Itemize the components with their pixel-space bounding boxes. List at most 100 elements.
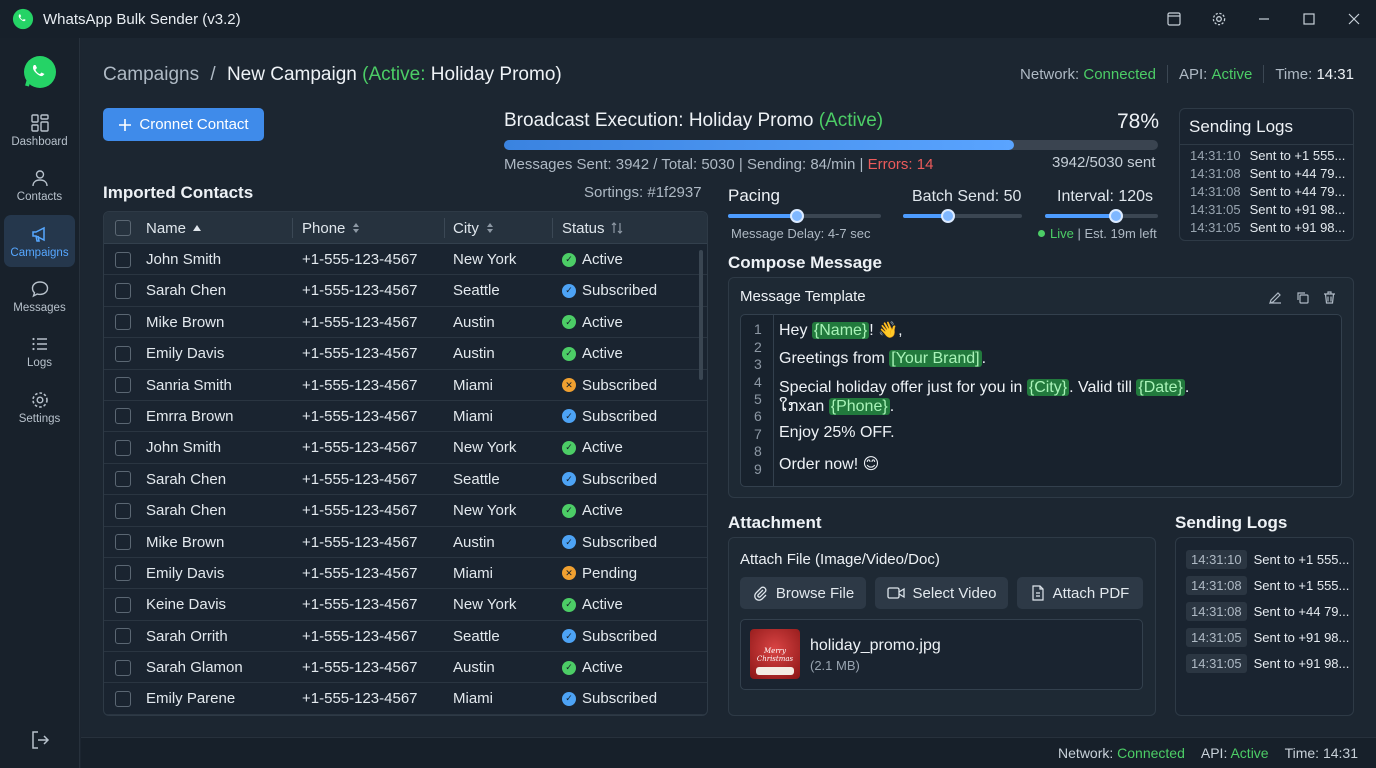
column-header-city[interactable]: City: [453, 212, 495, 244]
table-row[interactable]: Sarah Chen +1-555-123-4567 New York ✓ Active: [104, 495, 707, 527]
close-button[interactable]: [1331, 0, 1376, 38]
row-checkbox[interactable]: [115, 345, 131, 362]
cell-phone: +1-555-123-4567: [302, 627, 418, 645]
placeholder-token: {Phone}: [828, 398, 890, 415]
table-row[interactable]: Mike Brown +1-555-123-4567 Austin ✓ Subscrib…: [104, 527, 707, 558]
slider-knob[interactable]: [941, 209, 956, 223]
footer-api: API: Active: [1200, 745, 1269, 761]
cell-name: Sarah Chen: [146, 282, 227, 300]
select-all-checkbox[interactable]: [115, 220, 131, 236]
cell-city: Miami: [453, 690, 493, 708]
progress-fill: [504, 140, 1015, 150]
table-scrollbar[interactable]: [699, 250, 703, 380]
table-row[interactable]: Sarah Chen +1-555-123-4567 Seattle ✓ Subscri…: [104, 275, 707, 307]
dashboard-icon: [30, 113, 49, 132]
attach-file-label: Attach File (Image/Video/Doc): [740, 551, 940, 568]
table-row[interactable]: Keine Davis +1-555-123-4567 New York ✓ Activ…: [104, 589, 707, 621]
log-entry: 14:31:10 Sent to +1 555...: [1190, 148, 1346, 163]
api-status: Active: [1211, 65, 1253, 83]
row-checkbox[interactable]: [115, 439, 131, 456]
attach-pdf-button[interactable]: Attach PDF: [1017, 577, 1143, 609]
row-checkbox[interactable]: [115, 628, 131, 645]
interval-slider[interactable]: [1045, 209, 1158, 223]
cell-name: Sarah Chen: [146, 470, 227, 488]
row-checkbox[interactable]: [115, 534, 131, 551]
sidebar-item-dashboard[interactable]: Dashboard: [4, 104, 75, 156]
sidebar-item-campaigns[interactable]: Campaigns: [4, 215, 75, 267]
panel-toggle-icon[interactable]: [1151, 0, 1196, 38]
browse-file-button[interactable]: Browse File: [740, 577, 866, 609]
edit-icon[interactable]: [1268, 290, 1283, 305]
line-number-gutter: 1 2 3 4 5 6 7 8 9: [741, 315, 774, 486]
table-row[interactable]: Emrra Brown +1-555-123-4567 Miami ✓ Subscrib…: [104, 401, 707, 433]
message-template-editor[interactable]: 1 2 3 4 5 6 7 8 9 Hey {Name}! 👋, Greetin…: [740, 314, 1342, 487]
select-video-button[interactable]: Select Video: [875, 577, 1008, 609]
minimize-button[interactable]: [1241, 0, 1286, 38]
check-status-icon: ✓: [562, 283, 576, 298]
sidebar-item-label: Messages: [13, 301, 66, 314]
table-row[interactable]: Emily Davis +1-555-123-4567 Austin ✓ Active: [104, 338, 707, 370]
cell-name: Sarah Chen: [146, 502, 227, 520]
sidebar-item-settings[interactable]: Settings: [4, 381, 75, 433]
row-checkbox[interactable]: [115, 471, 131, 488]
delete-icon[interactable]: [1322, 290, 1337, 305]
cell-name: Sarah Orrith: [146, 627, 228, 645]
row-checkbox[interactable]: [115, 659, 131, 676]
cell-status: ✕ Pending: [562, 558, 637, 589]
column-header-phone[interactable]: Phone: [302, 212, 361, 244]
chat-icon: [31, 280, 48, 297]
file-size: (2.1 MB): [810, 658, 860, 673]
row-checkbox[interactable]: [115, 690, 131, 707]
row-checkbox[interactable]: [115, 502, 131, 519]
attached-file[interactable]: Merry Christmas holiday_promo.jpg (2.1 M…: [740, 619, 1143, 690]
settings-gear-icon[interactable]: [1196, 0, 1241, 38]
table-row[interactable]: Mike Brown +1-555-123-4567 Austin ✓ Active: [104, 307, 707, 339]
file-thumbnail: Merry Christmas: [750, 629, 800, 679]
table-row[interactable]: Sanria Smith +1-555-123-4567 Miami ✕ Subscri…: [104, 370, 707, 401]
row-checkbox[interactable]: [115, 596, 131, 613]
row-checkbox[interactable]: [115, 314, 131, 331]
table-row[interactable]: Sarah Orrith +1-555-123-4567 Seattle ✓ Subsc…: [104, 621, 707, 653]
add-contact-button[interactable]: Cronnet Contact: [103, 108, 264, 141]
pacing-slider[interactable]: [728, 209, 881, 223]
maximize-button[interactable]: [1286, 0, 1331, 38]
table-row[interactable]: Sarah Glamon +1-555-123-4567 Austin ✓ Active: [104, 652, 707, 684]
cell-phone: +1-555-123-4567: [302, 502, 418, 520]
cell-name: Emrra Brown: [146, 407, 234, 425]
slider-knob[interactable]: [789, 209, 804, 223]
sent-count: 3942/5030 sent: [1052, 154, 1156, 171]
check-status-icon: ✓: [562, 597, 576, 612]
cell-status: ✓ Subscribed: [562, 683, 657, 714]
row-checkbox[interactable]: [115, 408, 131, 425]
cell-phone: +1-555-123-4567: [302, 659, 418, 677]
cell-city: Seattle: [453, 282, 500, 300]
slider-knob[interactable]: [1109, 209, 1124, 223]
row-checkbox[interactable]: [115, 251, 131, 268]
template-line: Hey {Name}! 👋,: [779, 322, 903, 339]
breadcrumb-parent[interactable]: Campaigns: [103, 64, 199, 85]
table-row[interactable]: John Smith +1-555-123-4567 New York ✓ Active: [104, 244, 707, 276]
sidebar-item-contacts[interactable]: Contacts: [4, 159, 75, 211]
sidebar-item-messages[interactable]: Messages: [4, 270, 75, 322]
row-checkbox[interactable]: [115, 565, 131, 582]
table-body: John Smith +1-555-123-4567 New York ✓ Active…: [104, 244, 707, 715]
whatsapp-logo-icon: [24, 56, 56, 88]
table-row[interactable]: Emily Davis +1-555-123-4567 Miami ✕ Pending: [104, 558, 707, 590]
logout-icon[interactable]: [29, 729, 51, 751]
cell-city: Austin: [453, 533, 495, 551]
row-checkbox[interactable]: [115, 377, 131, 394]
row-checkbox[interactable]: [115, 282, 131, 299]
table-row[interactable]: Sarah Chen +1-555-123-4567 Seattle ✓ Subscri…: [104, 464, 707, 496]
column-header-name[interactable]: Name: [146, 212, 202, 244]
sidebar-item-logs[interactable]: Logs: [4, 325, 75, 377]
batch-send-slider[interactable]: [903, 209, 1022, 223]
check-status-icon: ✓: [562, 252, 576, 267]
table-row[interactable]: Emily Parene +1-555-123-4567 Miami ✓ Subscri…: [104, 683, 707, 715]
copy-icon[interactable]: [1295, 290, 1310, 305]
cell-city: New York: [453, 596, 517, 614]
breadcrumb-current: New Campaign: [226, 64, 357, 85]
check-status-icon: ✓: [562, 503, 576, 518]
column-header-status[interactable]: Status: [562, 212, 623, 244]
cell-city: Miami: [453, 564, 493, 582]
table-row[interactable]: John Smith +1-555-123-4567 New York ✓ Active: [104, 432, 707, 464]
